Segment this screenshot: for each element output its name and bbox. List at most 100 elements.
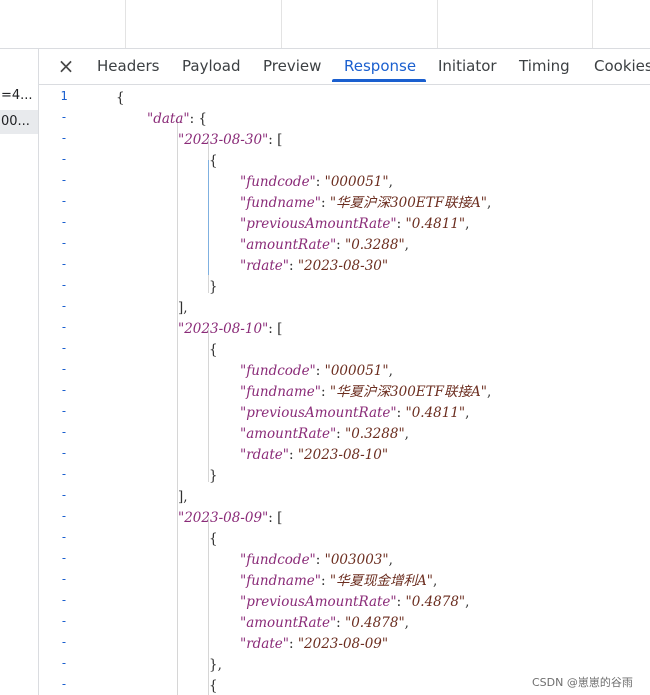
json-field-line: "fundname": "华夏沪深300ETF联接A", bbox=[240, 193, 491, 214]
json-punct: : bbox=[288, 636, 298, 652]
json-punct: , bbox=[388, 174, 393, 190]
json-punct: { bbox=[209, 531, 218, 547]
json-punct: , bbox=[487, 384, 492, 400]
indent-guide bbox=[208, 160, 209, 275]
json-field-line: "rdate": "2023-08-30" bbox=[240, 256, 388, 277]
json-key: "2023-08-09" bbox=[178, 510, 269, 526]
json-key-line: "2023-08-30": [ bbox=[178, 130, 282, 151]
json-punct: { bbox=[116, 90, 125, 106]
json-punct: : bbox=[336, 426, 345, 442]
line-number: 1 bbox=[60, 89, 68, 103]
line-number: - bbox=[60, 131, 68, 145]
line-number-gutter: 1----------------------------- bbox=[39, 85, 99, 695]
tab-response[interactable]: Response bbox=[344, 49, 416, 82]
json-key: "2023-08-30" bbox=[178, 132, 269, 148]
json-string: "华夏沪深300ETF联接A" bbox=[329, 384, 487, 400]
indent-guide bbox=[208, 349, 209, 464]
tab-preview[interactable]: Preview bbox=[263, 49, 321, 82]
line-number: - bbox=[60, 551, 68, 565]
tab-initiator[interactable]: Initiator bbox=[438, 49, 497, 82]
json-punct: , bbox=[388, 363, 393, 379]
json-field-line: "amountRate": "0.3288", bbox=[240, 424, 409, 445]
json-punct: , bbox=[404, 237, 409, 253]
json-brace: { bbox=[209, 340, 218, 361]
json-key: "previousAmountRate" bbox=[240, 216, 397, 232]
json-string: "2023-08-30" bbox=[297, 258, 389, 274]
json-key-line: "2023-08-10": [ bbox=[178, 319, 282, 340]
json-string: "0.3288" bbox=[345, 426, 405, 442]
json-brace: { bbox=[209, 529, 218, 550]
tab-headers[interactable]: Headers bbox=[97, 49, 159, 82]
json-key: "amountRate" bbox=[240, 615, 337, 631]
json-field-line: "previousAmountRate": "0.4878", bbox=[240, 592, 469, 613]
json-brace: { bbox=[209, 676, 218, 695]
json-punct: : [ bbox=[268, 132, 283, 148]
line-number: - bbox=[60, 215, 68, 229]
json-punct: }, bbox=[209, 657, 222, 673]
line-number: - bbox=[60, 677, 68, 691]
line-number: - bbox=[60, 173, 68, 187]
request-list-pane: =4... 00... bbox=[0, 49, 39, 695]
json-punct: , bbox=[465, 405, 470, 421]
request-row-selected[interactable]: 00... bbox=[0, 110, 38, 134]
json-field-line: "amountRate": "0.3288", bbox=[240, 235, 409, 256]
json-string: "2023-08-10" bbox=[297, 447, 389, 463]
request-row[interactable]: =4... bbox=[0, 84, 38, 108]
json-string: "0.3288" bbox=[345, 237, 405, 253]
json-key: "fundcode" bbox=[240, 174, 316, 190]
line-number: - bbox=[60, 509, 68, 523]
json-field-line: "amountRate": "0.4878", bbox=[240, 613, 409, 634]
json-key: "rdate" bbox=[240, 258, 289, 274]
json-punct: , bbox=[404, 615, 409, 631]
json-field-line: "fundcode": "000051", bbox=[240, 361, 393, 382]
line-number: - bbox=[60, 530, 68, 544]
json-field-line: "fundname": "华夏现金增利A", bbox=[240, 571, 437, 592]
json-punct: : { bbox=[189, 111, 208, 127]
json-punct: ], bbox=[178, 489, 188, 505]
scrollbar[interactable] bbox=[646, 85, 650, 695]
json-punct: } bbox=[209, 468, 218, 484]
json-key-line: "2023-08-09": [ bbox=[178, 508, 282, 529]
json-brace: } bbox=[209, 466, 218, 487]
json-punct: : [ bbox=[268, 321, 283, 337]
json-key: "fundname" bbox=[240, 573, 321, 589]
json-string: "2023-08-09" bbox=[297, 636, 389, 652]
line-number: - bbox=[60, 257, 68, 271]
column-divider bbox=[592, 0, 593, 48]
json-punct: , bbox=[433, 573, 438, 589]
tab-timing[interactable]: Timing bbox=[519, 49, 570, 82]
json-punct: : [ bbox=[268, 510, 283, 526]
json-key-line: "data": { bbox=[147, 109, 207, 130]
json-punct: { bbox=[209, 153, 218, 169]
response-viewer[interactable]: 1----------------------------- {"data": … bbox=[39, 85, 650, 695]
json-key: "2023-08-10" bbox=[178, 321, 269, 337]
watermark: CSDN @崽崽的谷雨 bbox=[532, 676, 633, 689]
line-number: - bbox=[60, 425, 68, 439]
json-punct: } bbox=[209, 279, 218, 295]
json-brace: ], bbox=[178, 487, 188, 508]
json-key: "previousAmountRate" bbox=[240, 405, 397, 421]
json-field-line: "previousAmountRate": "0.4811", bbox=[240, 403, 469, 424]
json-punct: : bbox=[315, 363, 325, 379]
json-brace: { bbox=[116, 88, 125, 109]
line-number: - bbox=[60, 572, 68, 586]
tab-cookies[interactable]: Cookies bbox=[594, 49, 650, 82]
line-number: - bbox=[60, 341, 68, 355]
json-string: "华夏现金增利A" bbox=[329, 573, 433, 589]
line-number: - bbox=[60, 236, 68, 250]
json-brace: } bbox=[209, 277, 218, 298]
json-field-line: "rdate": "2023-08-09" bbox=[240, 634, 388, 655]
json-punct: : bbox=[336, 237, 345, 253]
json-key: "fundname" bbox=[240, 384, 321, 400]
line-number: - bbox=[60, 110, 68, 124]
close-icon[interactable]: × bbox=[55, 54, 77, 78]
json-key: "amountRate" bbox=[240, 426, 337, 442]
json-string: "000051" bbox=[324, 363, 389, 379]
json-brace: }, bbox=[209, 655, 222, 676]
json-punct: { bbox=[209, 342, 218, 358]
json-punct: , bbox=[388, 552, 393, 568]
json-punct: , bbox=[465, 216, 470, 232]
tab-payload[interactable]: Payload bbox=[182, 49, 241, 82]
json-punct: : bbox=[315, 552, 325, 568]
json-punct: : bbox=[320, 195, 330, 211]
